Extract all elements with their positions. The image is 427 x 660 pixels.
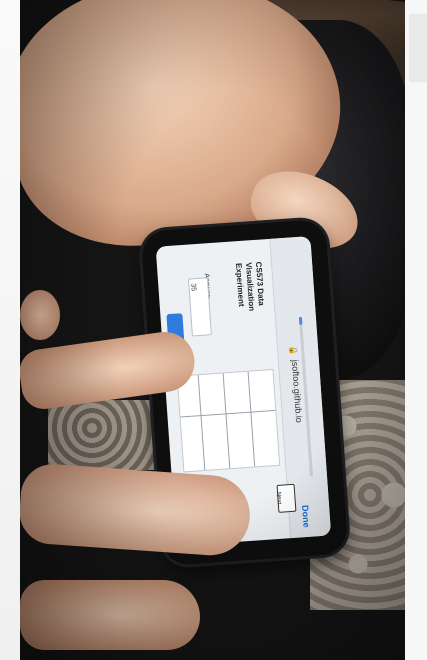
chart-line (247, 371, 256, 467)
photo: 🔒 jsoftoo.github.io Done CS573 Data Visu… (20, 0, 405, 660)
done-label: Done (300, 504, 312, 528)
next-label: Next (275, 491, 282, 505)
lock-icon: 🔒 (288, 345, 299, 356)
progress-fill (298, 316, 303, 326)
knuckle (20, 290, 60, 340)
done-button[interactable]: Done (297, 504, 317, 528)
next-button[interactable]: Next (275, 483, 297, 513)
chart-line (222, 373, 231, 469)
chart-area (176, 368, 281, 473)
finger-lower (20, 462, 253, 558)
answer-value: 35 (189, 283, 197, 292)
chart-line (197, 375, 206, 470)
background-page-left (0, 0, 21, 660)
background-page-right (404, 0, 427, 660)
background-block (409, 14, 427, 82)
finger-bottom (20, 580, 200, 650)
chart-line (180, 409, 276, 418)
answer-input[interactable]: 35 (187, 277, 212, 337)
page-heading: CS573 Data Visualization Experiment (233, 261, 266, 312)
patterned-rug-left (48, 400, 158, 470)
